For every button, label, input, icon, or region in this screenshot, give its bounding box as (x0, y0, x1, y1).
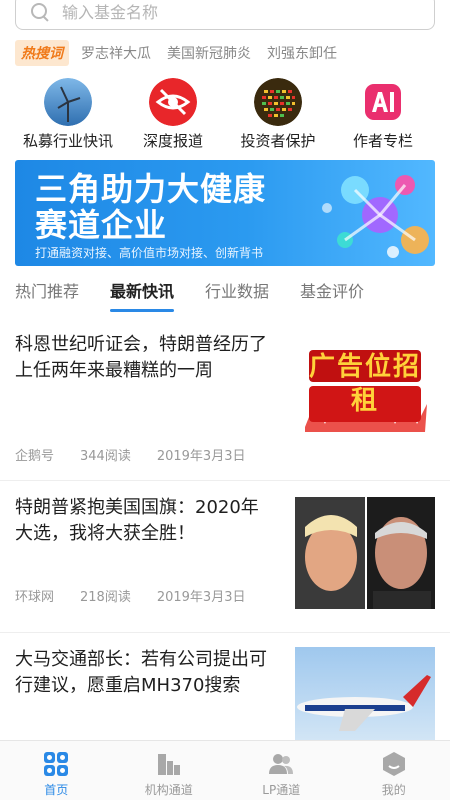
tab-latest-news[interactable]: 最新快讯 (110, 278, 175, 314)
news-title: 大马交通部长：若有公司提出可行建议，愿重启MH370搜索 (15, 649, 267, 696)
quick-entry-label: 作者专栏 (352, 132, 413, 150)
nav-institution[interactable]: 机构通道 (113, 741, 226, 800)
news-reads: 344阅读 (80, 449, 131, 464)
molecule-decoration-icon (322, 175, 429, 258)
news-item[interactable]: 特朗普紧抱美国国旗：2020年大选，我将大获全胜！ 环球网 218阅读 2019… (0, 480, 450, 632)
quick-entry-label: 投资者保护 (240, 132, 316, 150)
news-date: 2019年3月3日 (156, 590, 246, 605)
tab-fund-rating[interactable]: 基金评价 (300, 278, 364, 314)
quick-entry-industry-news[interactable]: 私募行业快讯 (8, 78, 128, 151)
news-title: 科恩世纪听证会，特朗普经历了上任两年来最糟糕的一周 (15, 334, 267, 381)
category-tabs: 热门推荐 最新快讯 行业数据 基金评价 (15, 278, 395, 314)
hot-search-item[interactable]: 刘强东卸任 (267, 43, 337, 63)
news-list: 科恩世纪听证会，特朗普经历了上任两年来最糟糕的一周 企鹅号 344阅读 2019… (0, 318, 450, 784)
search-icon (30, 2, 50, 22)
people-icon (269, 754, 294, 774)
nav-label: 机构通道 (144, 783, 193, 797)
news-meta: 企鹅号 344阅读 2019年3月3日 (15, 445, 271, 464)
ai-icon (365, 84, 401, 120)
quick-entry-row: 私募行业快讯 深度报道 投资者保护 作者专栏 (0, 78, 450, 152)
promo-banner[interactable]: 三角助力大健康 赛道企业 打通融资对接、高价值市场对接、创新背书 (15, 160, 435, 266)
bottom-navigation: 首页 机构通道 LP通道 我的 (0, 740, 450, 800)
nav-lp[interactable]: LP通道 (225, 741, 338, 800)
news-title: 特朗普紧抱美国国旗：2020年大选，我将大获全胜！ (15, 497, 259, 544)
search-bar[interactable] (15, 0, 435, 30)
news-source: 环球网 (15, 590, 55, 605)
quick-entry-author-column[interactable]: 作者专栏 (323, 78, 443, 151)
nav-label: 首页 (44, 783, 69, 797)
nav-label: 我的 (381, 783, 406, 797)
banner-subtitle: 打通融资对接、高价值市场对接、创新背书 (35, 246, 264, 260)
hot-search-badge: 热搜词 (15, 40, 69, 66)
quick-entry-investor-protection[interactable]: 投资者保护 (218, 78, 338, 151)
nav-mine[interactable]: 我的 (338, 741, 450, 800)
ad-space-text: 广告位招租 (308, 352, 421, 416)
quick-entry-label: 深度报道 (142, 132, 203, 150)
news-thumbnail (295, 497, 435, 609)
portrait-photo (295, 497, 435, 609)
windmill-icon (44, 78, 92, 126)
hot-search-row: 热搜词 罗志祥大瓜 美国新冠肺炎 刘强东卸任 (15, 40, 353, 66)
tab-hot-recommend[interactable]: 热门推荐 (15, 278, 79, 314)
news-source: 企鹅号 (15, 449, 55, 464)
news-thumbnail: 广告位招租 (295, 332, 435, 444)
news-reads: 218阅读 (80, 590, 131, 605)
news-item[interactable]: 科恩世纪听证会，特朗普经历了上任两年来最糟糕的一周 企鹅号 344阅读 2019… (0, 318, 450, 480)
quick-entry-deep-report[interactable]: 深度报道 (113, 78, 233, 151)
news-meta: 环球网 218阅读 2019年3月3日 (15, 586, 271, 605)
home-grid-icon (44, 752, 69, 776)
news-date: 2019年3月3日 (156, 449, 246, 464)
quick-entry-label: 私募行业快讯 (22, 132, 113, 150)
eye-icon (149, 78, 197, 126)
search-input[interactable] (62, 2, 402, 22)
profile-hexagon-icon (382, 752, 405, 776)
tab-industry-data[interactable]: 行业数据 (205, 278, 269, 314)
nav-label: LP通道 (262, 783, 301, 797)
stock-board-icon (254, 78, 302, 126)
hot-search-item[interactable]: 美国新冠肺炎 (167, 43, 251, 63)
hot-search-item[interactable]: 罗志祥大瓜 (81, 43, 151, 63)
banner-title: 赛道企业 (35, 206, 168, 244)
building-chart-icon (157, 754, 180, 775)
nav-home[interactable]: 首页 (0, 741, 113, 800)
